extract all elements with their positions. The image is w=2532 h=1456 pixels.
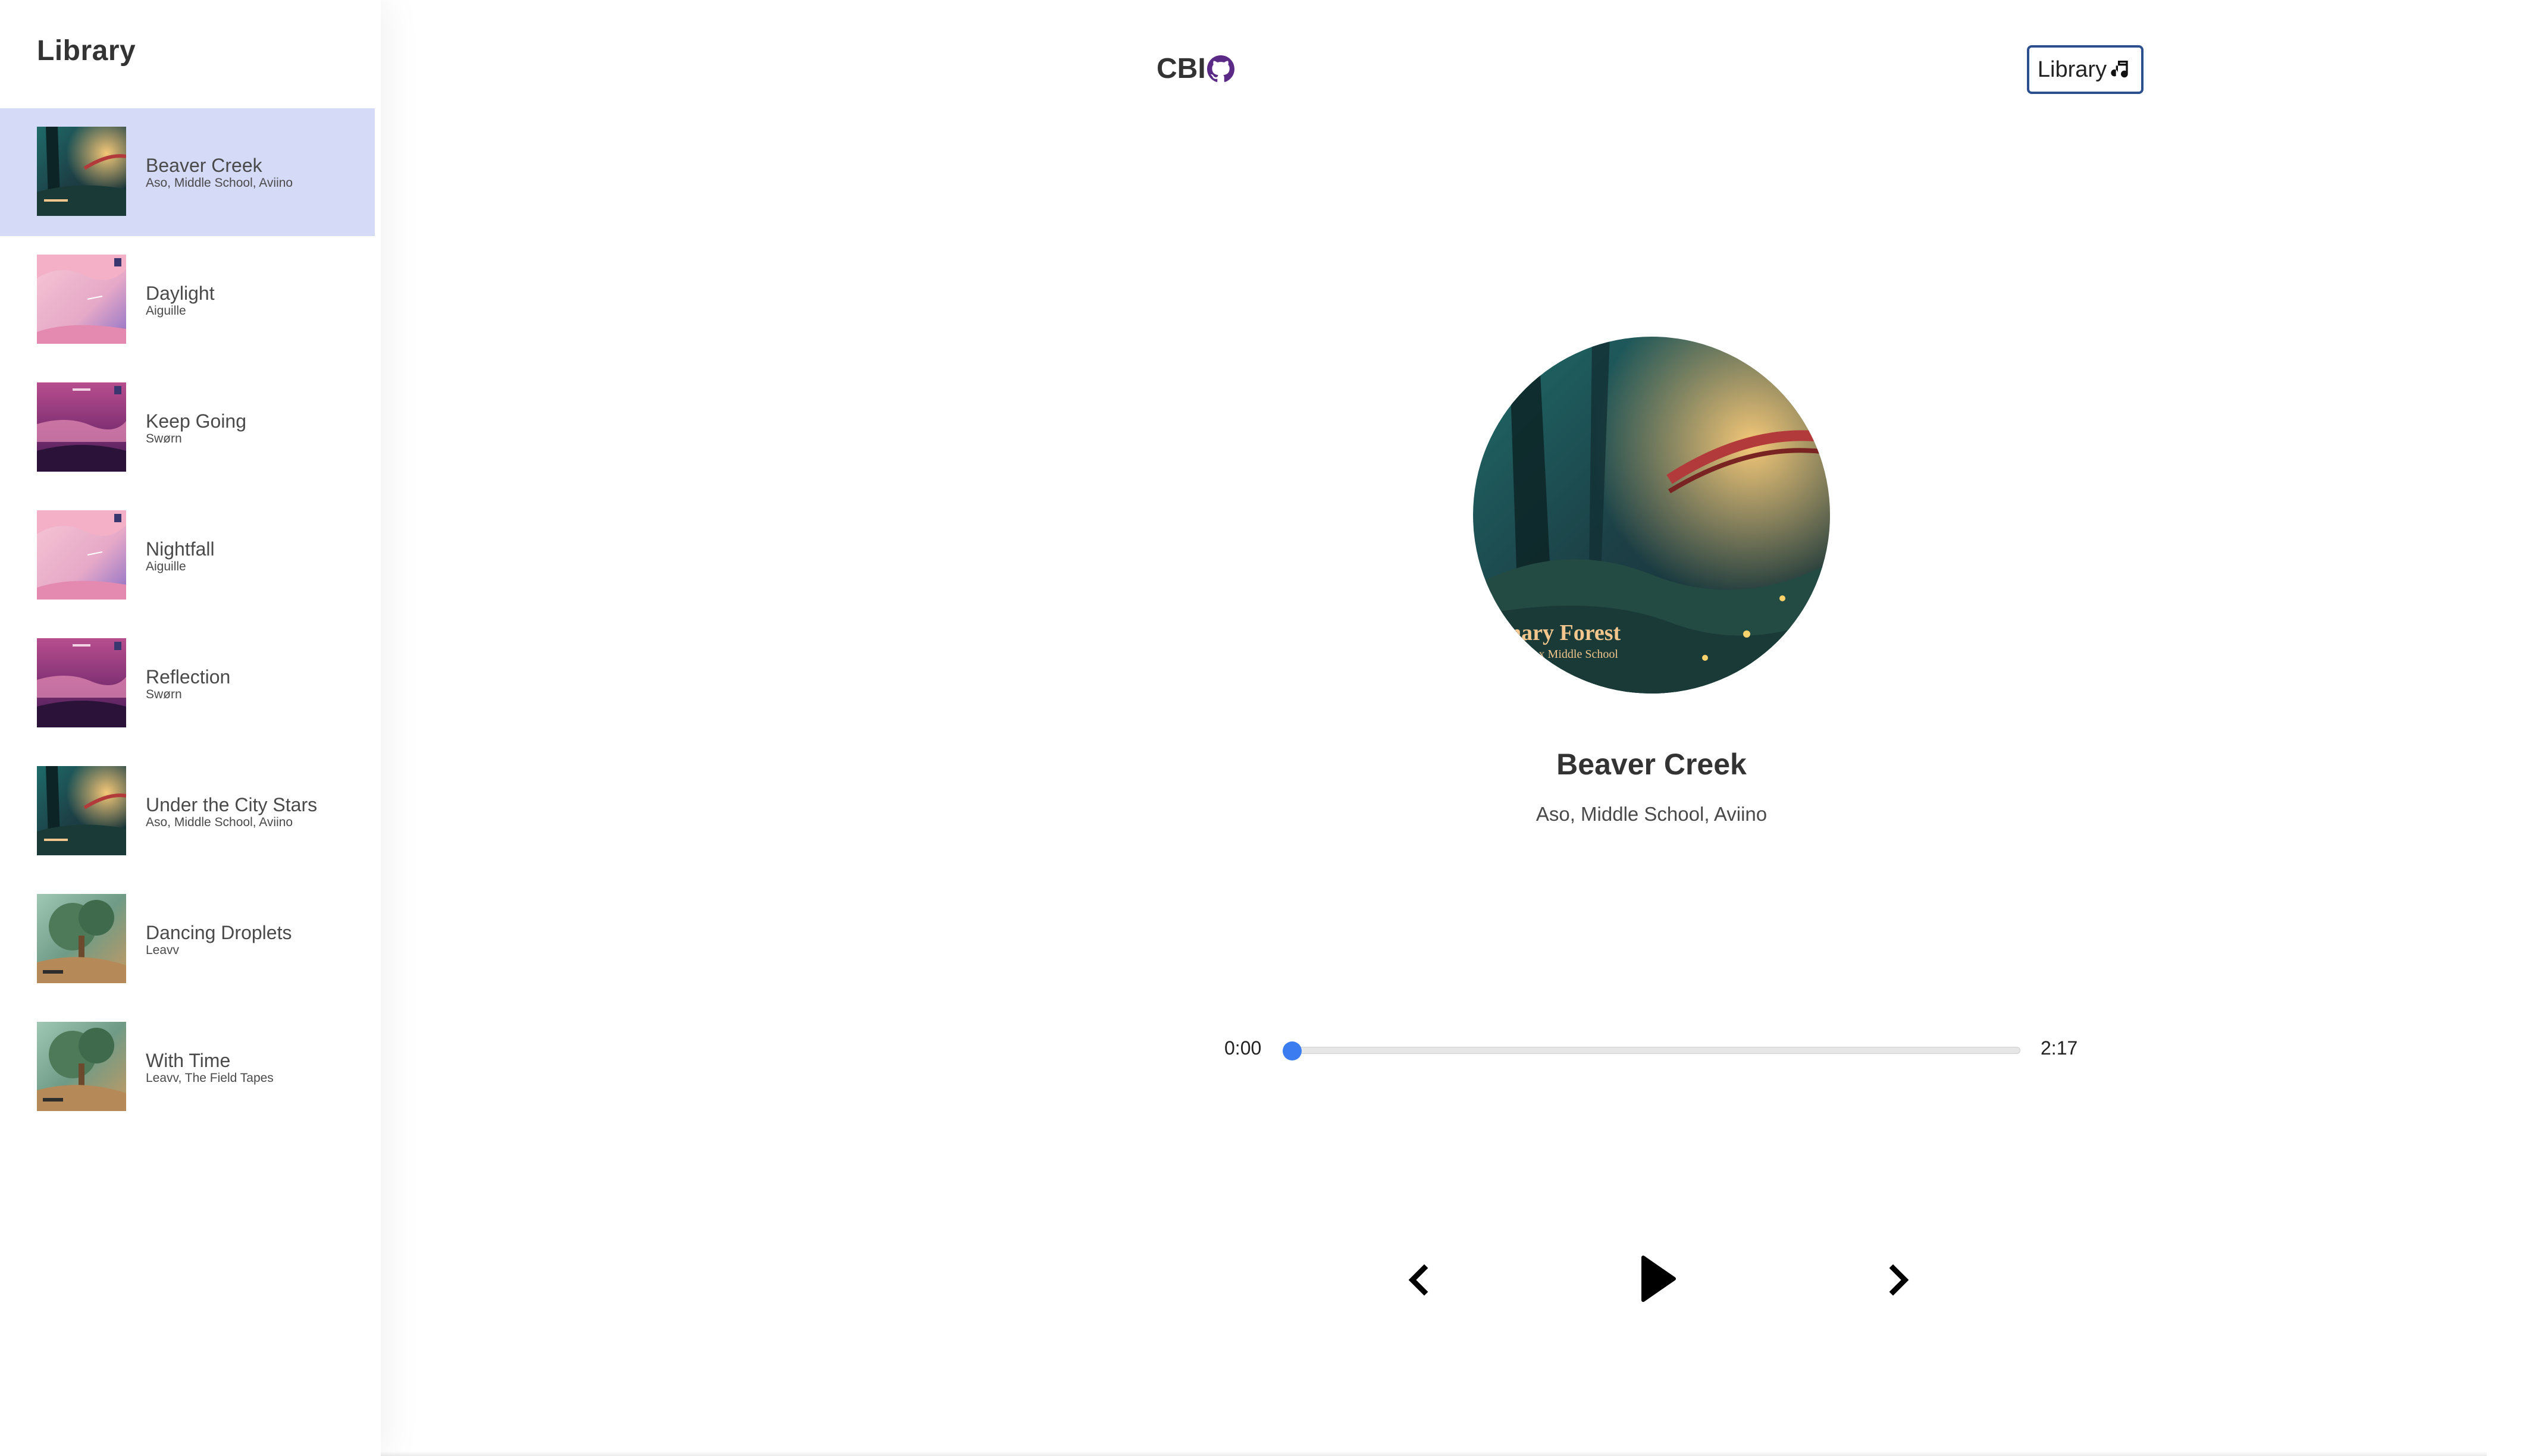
song-title: With Time [146,1050,231,1071]
song-title: Keep Going [146,410,247,432]
library-sidebar: Library Beaver Creek Aso, Middle School, … [0,0,381,1456]
song-artist: Swørn [146,688,182,701]
song-item[interactable]: Daylight Aiguille [0,236,375,364]
song-artwork [37,766,126,855]
song-artwork [37,510,126,600]
song-artwork [37,255,126,344]
song-artwork [37,1022,126,1111]
song-artwork [37,638,126,727]
play-icon [1641,1256,1676,1302]
song-item[interactable]: Beaver Creek Aso, Middle School, Aviino [0,108,375,236]
song-artist: Leavv, The Field Tapes [146,1071,274,1085]
song-item[interactable]: Reflection Swørn [0,620,375,748]
github-icon [1207,55,1234,82]
duration: 2:17 [2041,1037,2078,1059]
library-button-label: Library [2037,57,2107,82]
current-time: 0:00 [1224,1037,1262,1059]
app-logo[interactable]: CBI [1157,52,1234,85]
song-list: Beaver Creek Aso, Middle School, Aviino Da… [0,108,375,1131]
song-title: Reflection [146,666,231,688]
album-cover: nary Forest ino x Middle School [1473,337,1830,694]
song-artist: Swørn [146,432,182,445]
song-item[interactable]: Nightfall Aiguille [0,492,375,620]
song-title: Beaver Creek [146,155,262,176]
bottom-edge [202,1451,2487,1456]
chevron-right-icon [1889,1264,1909,1296]
chevron-left-icon [1408,1264,1428,1296]
song-artist: Aso, Middle School, Aviino [146,176,293,190]
library-toggle-button[interactable]: Library [2027,45,2144,94]
song-artist: Aiguille [146,560,186,573]
song-artwork [37,382,126,472]
song-artwork [37,127,126,216]
seek-thumb[interactable] [1283,1041,1302,1060]
song-artist: Aiguille [146,304,186,318]
previous-button[interactable] [1405,1263,1433,1297]
song-item[interactable]: With Time Leavv, The Field Tapes [0,1003,375,1131]
song-artist: Aso, Middle School, Aviino [146,815,293,829]
song-artist: Leavv [146,943,180,957]
song-title: Under the City Stars [146,794,318,815]
track-artist: Aso, Middle School, Aviino [1536,803,1768,825]
song-title: Dancing Droplets [146,922,292,943]
seek-bar[interactable] [1292,1047,2020,1054]
logo-text: CBI [1157,53,1206,84]
music-note-icon [2111,61,2128,78]
song-item[interactable]: Keep Going Swørn [0,364,375,492]
song-title: Nightfall [146,538,215,560]
track-title: Beaver Creek [1556,748,1747,781]
song-title: Daylight [146,283,215,304]
song-item[interactable]: Under the City Stars Aso, Middle School, … [0,748,375,876]
cover-caption: nary Forest [1509,620,1621,645]
library-title: Library [37,35,136,67]
cover-subcaption: ino x Middle School [1521,648,1618,661]
song-item[interactable]: Dancing Droplets Leavv [0,876,375,1003]
play-button[interactable] [1640,1254,1678,1304]
next-button[interactable] [1885,1263,1912,1297]
song-artwork [37,894,126,983]
